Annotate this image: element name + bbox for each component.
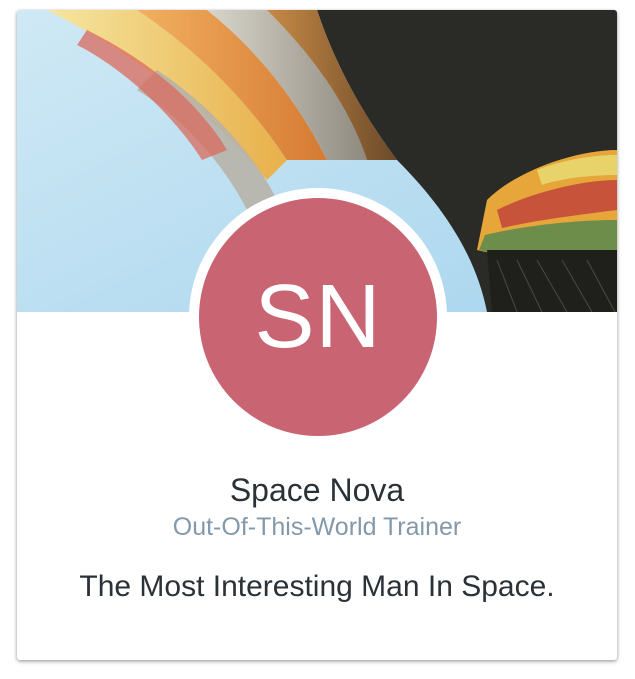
- avatar-initials: SN: [254, 266, 382, 367]
- profile-tagline: The Most Interesting Man In Space.: [79, 570, 555, 603]
- avatar: SN: [199, 198, 437, 436]
- profile-card: SN Space Nova Out-Of-This-World Trainer …: [17, 10, 617, 660]
- profile-name: Space Nova: [229, 472, 405, 508]
- profile-role: Out-Of-This-World Trainer: [172, 513, 462, 541]
